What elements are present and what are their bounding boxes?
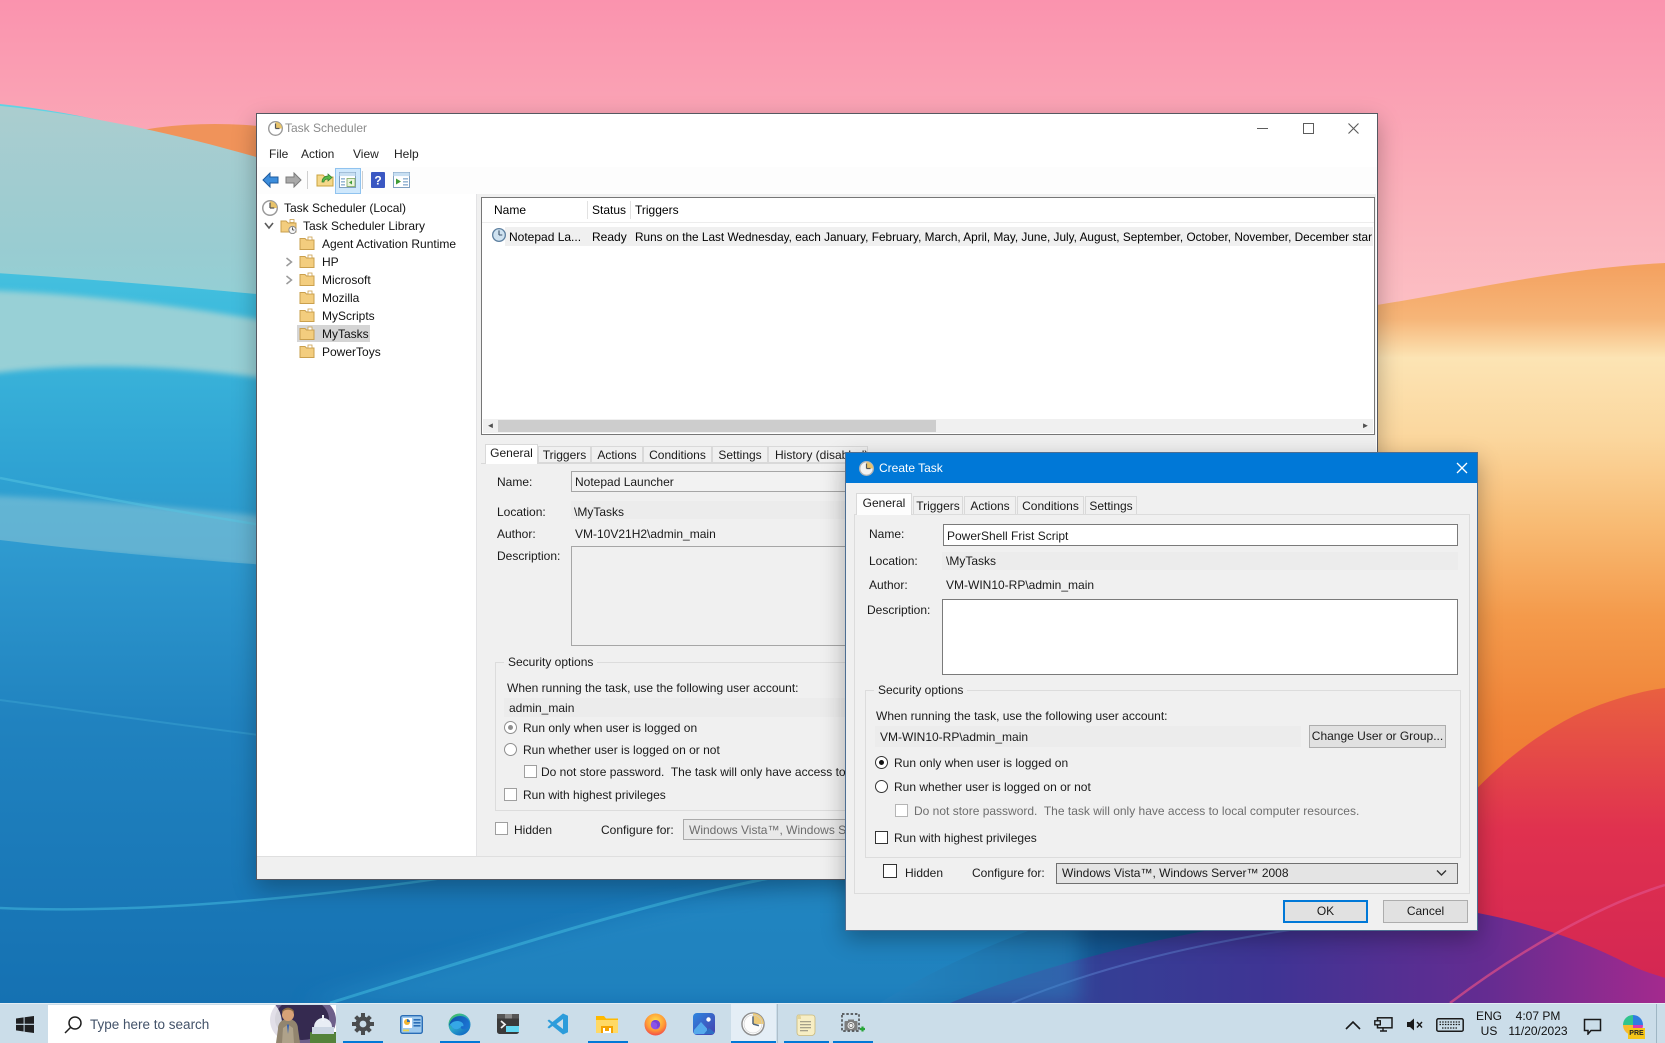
svg-text:?: ? xyxy=(374,174,381,188)
